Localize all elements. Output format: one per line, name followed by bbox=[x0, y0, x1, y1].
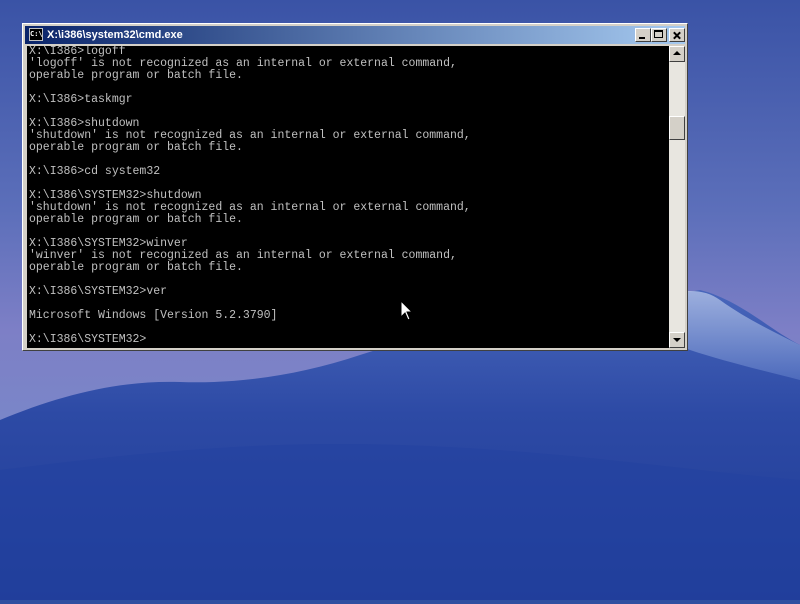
window-title: X:\i386\system32\cmd.exe bbox=[47, 29, 183, 41]
console-line: operable program or batch file. bbox=[29, 141, 243, 154]
maximize-button[interactable] bbox=[651, 28, 667, 42]
console-output[interactable]: X:\I386>logoff'logoff' is not recognized… bbox=[27, 46, 669, 348]
console-line: X:\I386>taskmgr bbox=[29, 93, 133, 106]
console-line: X:\I386>cd system32 bbox=[29, 165, 161, 178]
console-line: X:\I386\SYSTEM32> bbox=[29, 333, 147, 346]
console-line: X:\I386\SYSTEM32>ver bbox=[29, 285, 168, 298]
minimize-button[interactable] bbox=[635, 28, 651, 42]
cmd-window[interactable]: C:\ X:\i386\system32\cmd.exe X:\I386>log… bbox=[22, 23, 688, 351]
scroll-up-button[interactable] bbox=[669, 46, 685, 62]
title-bar[interactable]: C:\ X:\i386\system32\cmd.exe bbox=[25, 26, 685, 44]
console-line: operable program or batch file. bbox=[29, 69, 243, 82]
scroll-thumb[interactable] bbox=[669, 116, 685, 140]
scroll-down-button[interactable] bbox=[669, 332, 685, 348]
vertical-scrollbar[interactable] bbox=[669, 46, 685, 348]
mouse-pointer-icon bbox=[400, 300, 414, 321]
console-line: operable program or batch file. bbox=[29, 261, 243, 274]
close-button[interactable] bbox=[669, 28, 685, 42]
cmd-icon[interactable]: C:\ bbox=[29, 28, 43, 41]
console-line: operable program or batch file. bbox=[29, 213, 243, 226]
